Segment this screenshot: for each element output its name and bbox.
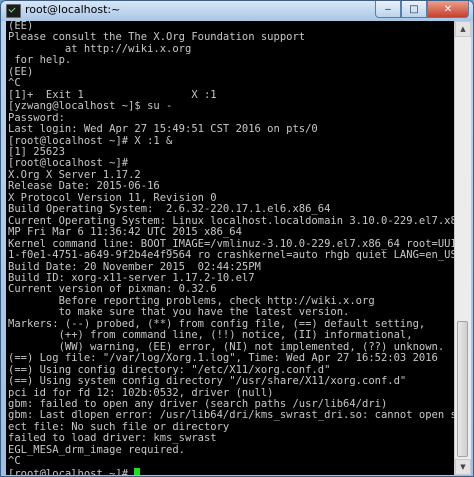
terminal-line: for help. — [8, 54, 72, 67]
terminal-line: Build Operating System: 2.6.32-220.17.1.… — [8, 203, 331, 216]
scroll-down-arrow-icon[interactable]: ▼ — [455, 459, 471, 475]
maximize-button[interactable]: □ — [401, 1, 427, 18]
terminal-line: Last login: Wed Apr 27 15:49:51 CST 2016… — [8, 123, 318, 136]
terminal-line: MP Fri Mar 6 11:36:42 UTC 2015 x86_64 — [8, 226, 242, 239]
terminal-line: (EE) — [8, 65, 34, 78]
close-button[interactable]: ✕ — [427, 1, 469, 18]
title-bar[interactable]: root@localhost:~ ‒ □ ✕ — [1, 1, 473, 21]
terminal-line: at http://wiki.x.org — [8, 42, 192, 55]
terminal-line: EGL_MESA_drm_image required. — [8, 443, 186, 456]
terminal-line: 1-f0e1-4751-a649-9f2b4e4f9564 ro crashke… — [8, 249, 454, 262]
terminal-line: (==) Using system config directory "/usr… — [8, 375, 407, 388]
terminal-line: [root@localhost ~]# X :1 & — [8, 134, 173, 147]
terminal-output[interactable]: (EE) Please consult the The X.Org Foundat… — [6, 21, 454, 475]
prompt-line[interactable]: [root@localhost ~]# — [6, 467, 454, 475]
scroll-up-arrow-icon[interactable]: ▲ — [455, 21, 471, 37]
shell-prompt: [root@localhost ~]# — [8, 467, 135, 475]
window-title: root@localhost:~ — [25, 3, 121, 16]
terminal-line: ^C — [8, 77, 21, 90]
vertical-scrollbar[interactable]: ▲ ▼ — [454, 21, 471, 475]
terminal-app-icon — [6, 4, 21, 18]
scrollbar-thumb[interactable] — [457, 321, 468, 457]
window-controls: ‒ □ ✕ — [375, 1, 469, 19]
minimize-button[interactable]: ‒ — [375, 1, 401, 18]
terminal-line: [yzwang@localhost ~]$ su - — [8, 100, 173, 113]
terminal-line: (==) Log file: "/var/log/Xorg.1.log", Ti… — [8, 352, 438, 365]
terminal-line: ^C — [8, 455, 21, 468]
text-cursor — [134, 467, 141, 475]
terminal-line: (++) from command line, (!!) notice, (II… — [8, 329, 413, 342]
terminal-window: root@localhost:~ ‒ □ ✕ (EE) Please consul… — [0, 0, 474, 477]
